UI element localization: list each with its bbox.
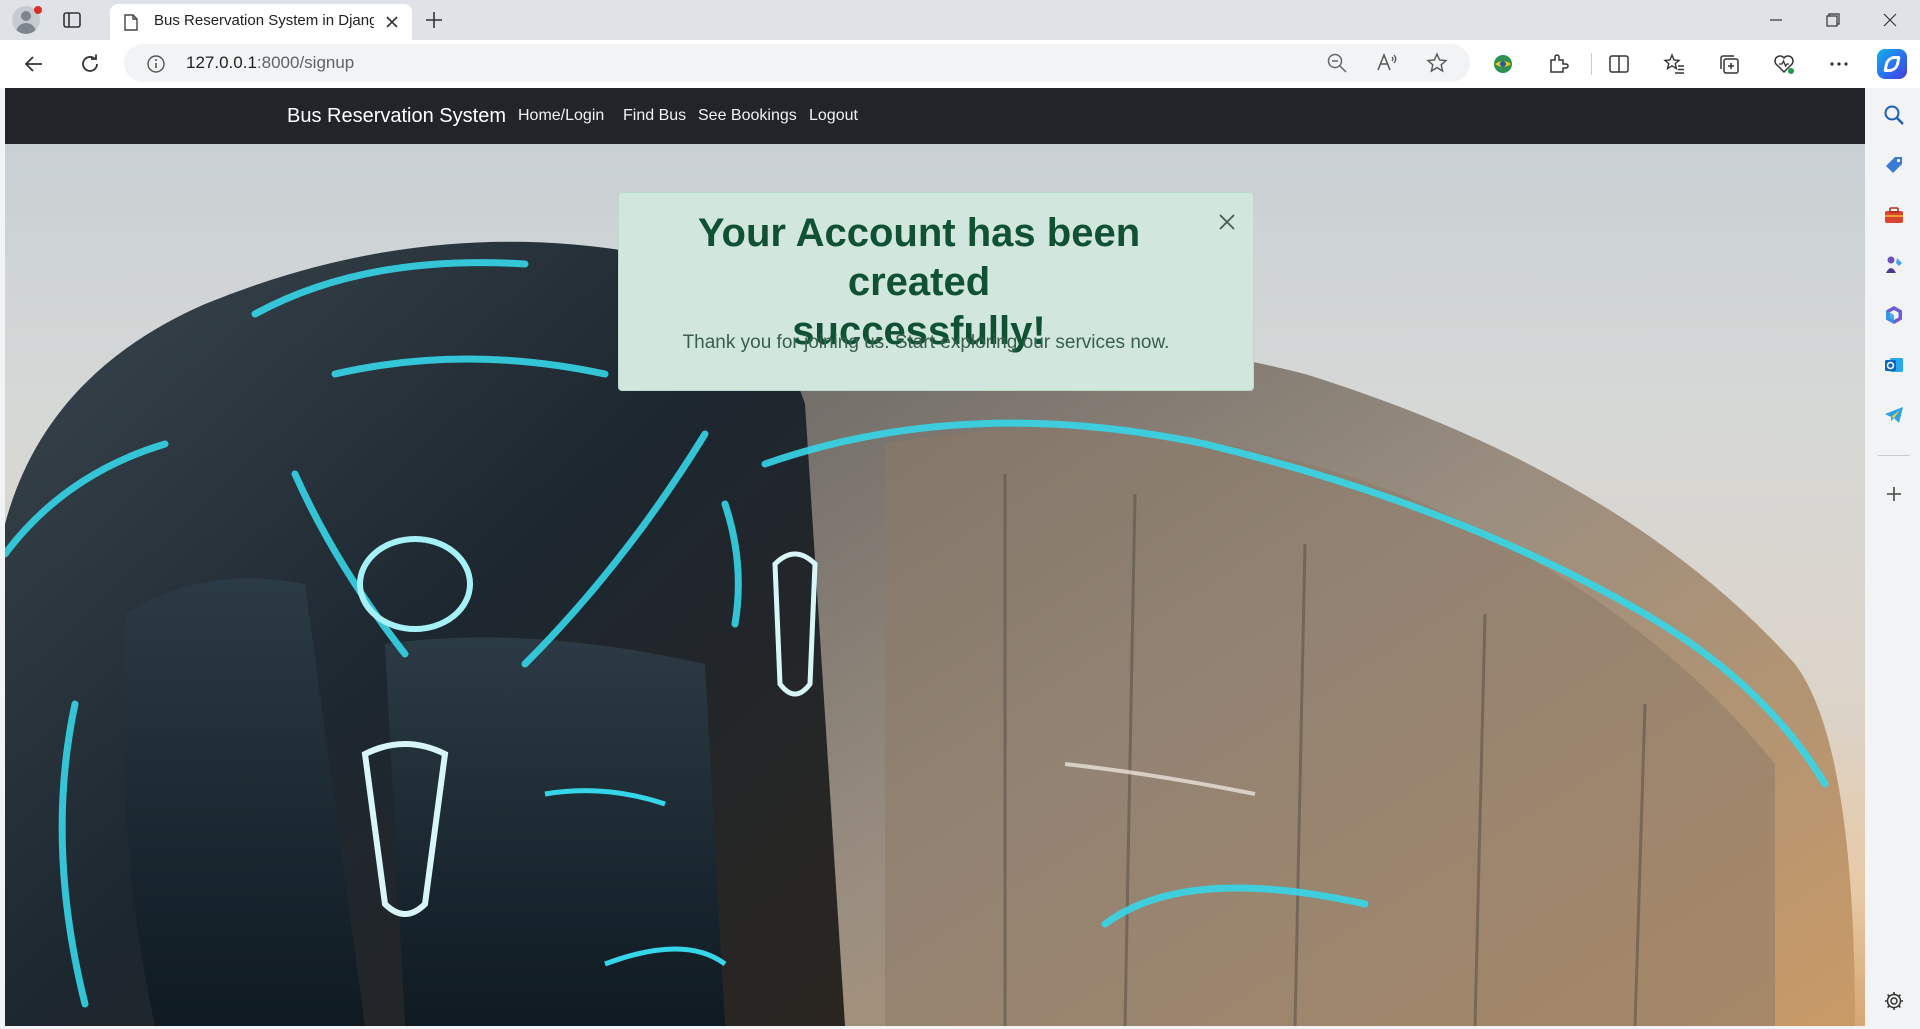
favorite-star-icon[interactable]: [1426, 52, 1448, 74]
url-host: 127.0.0.1: [186, 53, 257, 72]
tab-actions-icon[interactable]: [62, 10, 82, 30]
browser-essentials-icon[interactable]: [1773, 53, 1795, 75]
telegram-icon[interactable]: [1883, 404, 1905, 426]
tab-close-icon[interactable]: [380, 10, 404, 34]
more-icon[interactable]: [1828, 53, 1850, 75]
read-aloud-icon[interactable]: [1376, 52, 1398, 74]
collections-icon[interactable]: [1718, 53, 1740, 75]
window-close-icon[interactable]: [1878, 8, 1902, 32]
url-path: :8000/signup: [256, 53, 355, 72]
alert-heading-line-1: Your Account has been created: [697, 211, 1141, 304]
site-navbar: Bus Reservation System Home/Login Find B…: [5, 88, 1865, 144]
alert-close-icon[interactable]: [1215, 210, 1239, 234]
toolbar-separator: [1591, 53, 1592, 75]
settings-icon[interactable]: [1883, 990, 1905, 1012]
notification-dot: [34, 6, 42, 14]
profile-body-shape: [16, 23, 36, 34]
profile-head-shape: [21, 11, 31, 21]
page-viewport: Bus Reservation System Home/Login Find B…: [5, 88, 1865, 1026]
navbar-brand[interactable]: Bus Reservation System: [287, 105, 506, 128]
games-icon[interactable]: [1883, 254, 1905, 276]
alert-message: Thank you for joining us. Start explorin…: [682, 332, 1170, 353]
add-icon[interactable]: [1883, 483, 1905, 505]
active-tab[interactable]: Bus Reservation System in Djang: [110, 4, 412, 40]
shopping-tag-icon[interactable]: [1883, 154, 1905, 176]
restore-icon[interactable]: [1821, 8, 1845, 32]
sidebar-separator: [1878, 455, 1910, 456]
page-icon: [124, 14, 138, 31]
microsoft365-icon[interactable]: [1883, 304, 1905, 326]
zoom-out-icon[interactable]: [1326, 52, 1348, 74]
tab-title: Bus Reservation System in Djang: [154, 12, 374, 29]
favorites-icon[interactable]: [1663, 53, 1685, 75]
edge-sidebar: [1866, 88, 1920, 1029]
nav-link-logout[interactable]: Logout: [809, 107, 858, 125]
success-alert: Your Account has been created successful…: [618, 192, 1254, 391]
minimize-icon[interactable]: [1764, 8, 1788, 32]
site-info-icon[interactable]: [146, 54, 166, 74]
nav-link-home-login[interactable]: Home/Login: [518, 107, 604, 125]
url-text: 127.0.0.1:8000/signup: [186, 53, 354, 73]
outlook-icon[interactable]: [1883, 354, 1905, 376]
search-icon[interactable]: [1883, 104, 1905, 126]
copilot-mark: [1883, 56, 1901, 72]
tab-strip: Bus Reservation System in Djang: [0, 0, 1920, 40]
back-icon[interactable]: [22, 52, 46, 76]
browser-toolbar: 127.0.0.1:8000/signup: [0, 40, 1920, 88]
extension-globe-icon[interactable]: [1492, 53, 1514, 75]
refresh-icon[interactable]: [78, 52, 102, 76]
nav-link-find-bus[interactable]: Find Bus: [623, 107, 686, 125]
new-tab-icon[interactable]: [422, 8, 446, 32]
nav-link-see-bookings[interactable]: See Bookings: [698, 107, 797, 125]
copilot-icon[interactable]: [1877, 49, 1907, 79]
extensions-icon[interactable]: [1547, 53, 1569, 75]
address-bar[interactable]: 127.0.0.1:8000/signup: [124, 44, 1470, 82]
split-screen-icon[interactable]: [1608, 53, 1630, 75]
tools-icon[interactable]: [1883, 204, 1905, 226]
